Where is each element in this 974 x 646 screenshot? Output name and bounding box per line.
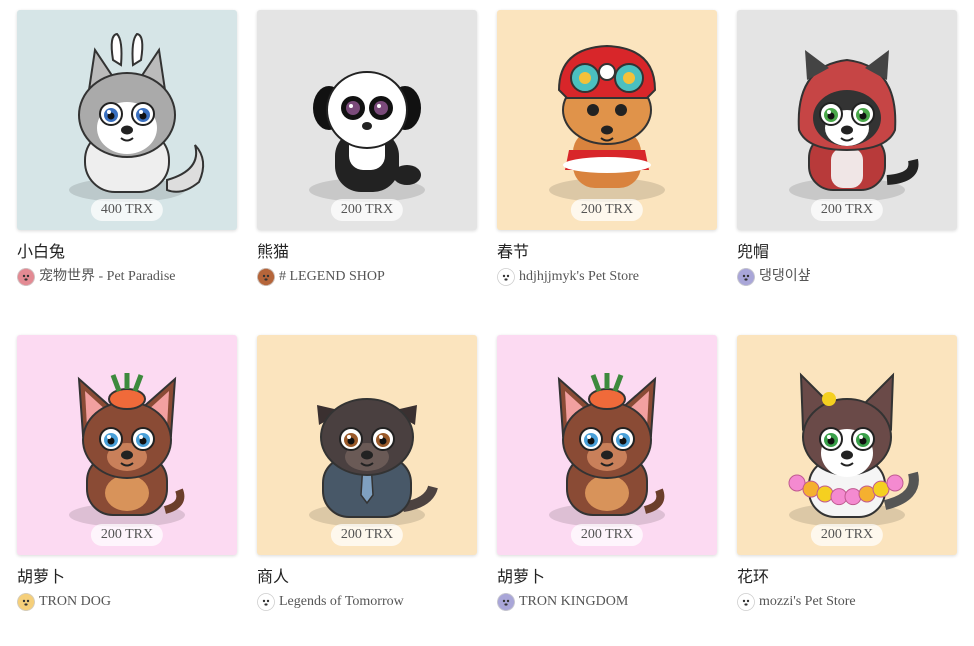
pet-thumbnail[interactable]: 200 TRX bbox=[737, 335, 957, 555]
seller-link[interactable]: TRON KINGDOM bbox=[497, 593, 719, 611]
pet-name[interactable]: 小白兔 bbox=[17, 243, 239, 261]
seller-avatar-icon bbox=[737, 593, 755, 611]
pet-image bbox=[549, 373, 665, 527]
seller-name: # LEGEND SHOP bbox=[279, 269, 385, 284]
seller-avatar-icon bbox=[737, 268, 755, 286]
seller-name: TRON KINGDOM bbox=[519, 594, 629, 609]
pet-card[interactable]: 200 TRX 商人 Legends of Tomorrow bbox=[257, 335, 479, 611]
pet-card[interactable]: 200 TRX 熊猫 # LEGEND SHOP bbox=[257, 10, 479, 286]
price-badge: 200 TRX bbox=[810, 199, 884, 221]
pet-name[interactable]: 兜帽 bbox=[737, 243, 959, 261]
seller-avatar-icon bbox=[497, 593, 515, 611]
price-badge: 200 TRX bbox=[570, 524, 644, 546]
pet-image bbox=[309, 398, 438, 527]
seller-name: mozzi's Pet Store bbox=[759, 594, 856, 609]
pet-name[interactable]: 商人 bbox=[257, 568, 479, 586]
seller-avatar-icon bbox=[17, 268, 35, 286]
pet-card[interactable]: 200 TRX 胡萝卜 TRON KINGDOM bbox=[497, 335, 719, 611]
seller-name: Legends of Tomorrow bbox=[279, 594, 404, 609]
seller-link[interactable]: TRON DOG bbox=[17, 593, 239, 611]
seller-avatar-icon bbox=[257, 593, 275, 611]
pet-image bbox=[549, 44, 665, 202]
seller-avatar-icon bbox=[257, 268, 275, 286]
seller-link[interactable]: hdjhjjmyk's Pet Store bbox=[497, 268, 719, 286]
pet-image bbox=[69, 32, 205, 202]
pet-card[interactable]: 200 TRX 花环 mozzi's Pet Store bbox=[737, 335, 959, 611]
price-badge: 200 TRX bbox=[330, 524, 404, 546]
pet-card[interactable]: 200 TRX 胡萝卜 TRON DOG bbox=[17, 335, 239, 611]
pet-image bbox=[309, 71, 425, 202]
pet-image bbox=[69, 373, 185, 527]
pet-name[interactable]: 胡萝卜 bbox=[17, 568, 239, 586]
pet-thumbnail[interactable]: 200 TRX bbox=[737, 10, 957, 230]
pet-thumbnail[interactable]: 200 TRX bbox=[257, 335, 477, 555]
price-badge: 200 TRX bbox=[810, 524, 884, 546]
price-badge: 200 TRX bbox=[570, 199, 644, 221]
price-badge: 200 TRX bbox=[330, 199, 404, 221]
pet-thumbnail[interactable]: 400 TRX bbox=[17, 10, 237, 230]
seller-name: TRON DOG bbox=[39, 594, 111, 609]
pet-card[interactable]: 400 TRX 小白兔 宠物世界 - Pet Paradise bbox=[17, 10, 239, 286]
seller-name: 댕댕이샾 bbox=[759, 269, 811, 284]
pet-thumbnail[interactable]: 200 TRX bbox=[257, 10, 477, 230]
pet-thumbnail[interactable]: 200 TRX bbox=[497, 335, 717, 555]
pet-grid: 400 TRX 小白兔 宠物世界 - Pet Paradise 200 TRX … bbox=[0, 0, 974, 646]
pet-name[interactable]: 春节 bbox=[497, 243, 719, 261]
seller-link[interactable]: mozzi's Pet Store bbox=[737, 593, 959, 611]
pet-image bbox=[789, 50, 919, 202]
seller-link[interactable]: # LEGEND SHOP bbox=[257, 268, 479, 286]
pet-thumbnail[interactable]: 200 TRX bbox=[497, 10, 717, 230]
seller-avatar-icon bbox=[17, 593, 35, 611]
seller-name: hdjhjjmyk's Pet Store bbox=[519, 269, 639, 284]
pet-card[interactable]: 200 TRX 春节 hdjhjjmyk's Pet Store bbox=[497, 10, 719, 286]
seller-link[interactable]: Legends of Tomorrow bbox=[257, 593, 479, 611]
pet-name[interactable]: 胡萝卜 bbox=[497, 568, 719, 586]
price-badge: 400 TRX bbox=[90, 199, 164, 221]
price-badge: 200 TRX bbox=[90, 524, 164, 546]
pet-thumbnail[interactable]: 200 TRX bbox=[17, 335, 237, 555]
pet-name[interactable]: 熊猫 bbox=[257, 243, 479, 261]
pet-card[interactable]: 200 TRX 兜帽 댕댕이샾 bbox=[737, 10, 959, 286]
seller-avatar-icon bbox=[497, 268, 515, 286]
seller-link[interactable]: 댕댕이샾 bbox=[737, 268, 959, 286]
seller-link[interactable]: 宠物世界 - Pet Paradise bbox=[17, 268, 239, 286]
pet-name[interactable]: 花环 bbox=[737, 568, 959, 586]
pet-image bbox=[788, 372, 919, 527]
seller-name: 宠物世界 - Pet Paradise bbox=[39, 269, 176, 284]
